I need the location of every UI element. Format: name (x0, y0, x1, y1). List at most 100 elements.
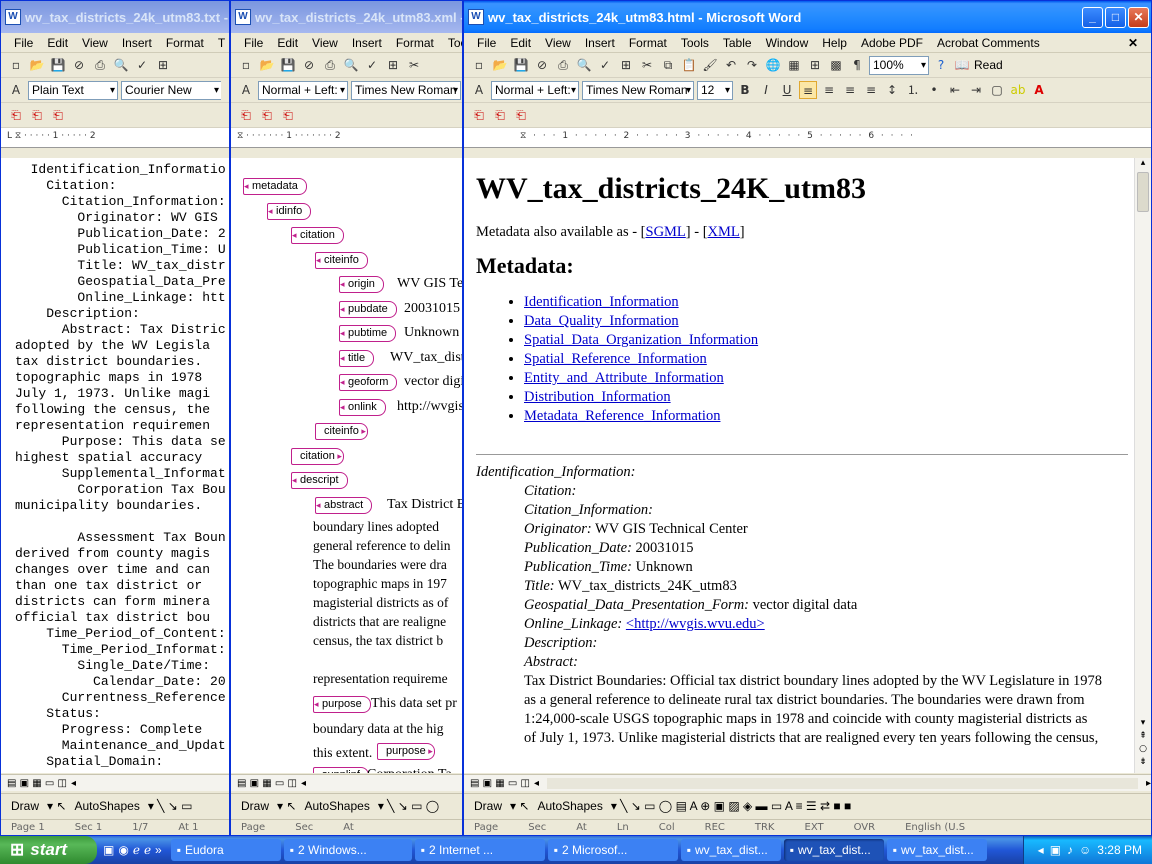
menu-edit[interactable]: Edit (40, 36, 75, 50)
taskbar-button[interactable]: ▪ wv_tax_dist... (783, 839, 884, 861)
new-icon[interactable]: ▫ (7, 56, 25, 74)
sgml-link[interactable]: SGML (646, 224, 686, 240)
taskbar-button[interactable]: ▪ 2 Internet ... (414, 839, 545, 861)
font-select[interactable]: Times New Roman (582, 80, 694, 100)
ruler[interactable]: ⧖ · · · · · · · 1 · · · · · · · 2 (231, 128, 462, 148)
open-icon[interactable]: 📂 (258, 56, 276, 74)
styles-icon[interactable]: A (237, 81, 255, 99)
section-link[interactable]: Identification_Information (524, 294, 679, 310)
menu-format[interactable]: Format (159, 36, 211, 50)
format-painter-icon[interactable]: 🖌 (701, 56, 719, 74)
print-icon[interactable]: ⎙ (321, 56, 339, 74)
style-select[interactable]: Plain Text (28, 80, 118, 100)
permission-icon[interactable]: ⊘ (70, 56, 88, 74)
read-button[interactable]: Read (974, 58, 1003, 72)
style-select[interactable]: Normal + Left: (258, 80, 348, 100)
show-hide-icon[interactable]: ¶ (848, 56, 866, 74)
media-player-icon[interactable]: ◉ (118, 843, 128, 857)
help-icon[interactable]: ? (932, 56, 950, 74)
undo-icon[interactable]: ↶ (722, 56, 740, 74)
xml-tag[interactable]: pubdate (339, 300, 397, 318)
increase-indent-icon[interactable]: ⇥ (967, 81, 985, 99)
taskbar-button[interactable]: ▪ 2 Windows... (283, 839, 412, 861)
underline-icon[interactable]: U (778, 81, 796, 99)
browser-icon[interactable]: ℯ (144, 843, 151, 857)
save-icon[interactable]: 💾 (49, 56, 67, 74)
menu-tools[interactable]: Tools (674, 36, 716, 50)
menu-table[interactable]: Table (716, 36, 759, 50)
align-center-icon[interactable]: ≡ (820, 81, 838, 99)
taskbar-button[interactable]: ▪ wv_tax_dist... (680, 839, 781, 861)
size-select[interactable]: 12 (697, 80, 733, 100)
start-button[interactable]: ⊞ start (0, 836, 97, 864)
menu-format[interactable]: Format (622, 36, 674, 50)
open-icon[interactable]: 📂 (28, 56, 46, 74)
volume-icon[interactable]: ♪ (1067, 843, 1073, 857)
align-right-icon[interactable]: ≡ (841, 81, 859, 99)
research-icon[interactable]: ⊞ (384, 56, 402, 74)
font-select[interactable]: Times New Roman (351, 80, 461, 100)
styles-icon[interactable]: A (470, 81, 488, 99)
online-linkage-link[interactable]: <http://wvgis.wvu.edu> (626, 616, 765, 632)
read-icon[interactable]: 📖 (953, 56, 971, 74)
menu-edit[interactable]: Edit (503, 36, 538, 50)
xml-window[interactable]: Wwv_tax_districts_24k_utm83.xml - Mi Fil… (230, 0, 463, 836)
xml-tag[interactable]: onlink (339, 398, 386, 416)
save-icon[interactable]: 💾 (279, 56, 297, 74)
menu-help[interactable]: Help (815, 36, 854, 50)
menu-insert[interactable]: Insert (578, 36, 622, 50)
horizontal-scrollbar[interactable]: ▤ ▣ ▦ ▭ ◫ ◂ ▸ (464, 774, 1151, 791)
pdf-icon[interactable]: ⎗ (279, 106, 297, 124)
cut-icon[interactable]: ✂ (638, 56, 656, 74)
html-window[interactable]: Wwv_tax_districts_24k_utm83.html - Micro… (463, 0, 1152, 836)
borders-icon[interactable]: ▢ (988, 81, 1006, 99)
pdf-icon[interactable]: ⎗ (258, 106, 276, 124)
horizontal-scrollbar[interactable]: ▤ ▣ ▦ ▭ ◫ ◂ (231, 774, 462, 791)
pdf-icon[interactable]: ⎗ (470, 106, 488, 124)
autoshapes-menu[interactable]: AutoShapes (537, 799, 602, 813)
menu-window[interactable]: Window (759, 36, 816, 50)
xml-tag[interactable]: origin (339, 276, 384, 293)
view-buttons[interactable]: ▤ ▣ ▦ ▭ ◫ (470, 778, 530, 789)
new-icon[interactable]: ▫ (237, 56, 255, 74)
ruler[interactable]: ⧖ · · · 1 · · · · · 2 · · · · · 3 · · · … (464, 128, 1151, 148)
print-icon[interactable]: ⎙ (91, 56, 109, 74)
spelling-icon[interactable]: ✓ (363, 56, 381, 74)
draw-menu[interactable]: Draw (11, 799, 39, 813)
clock[interactable]: 3:28 PM (1097, 843, 1142, 857)
expand-icon[interactable]: » (155, 843, 162, 857)
txt-titlebar[interactable]: Wwv_tax_districts_24k_utm83.txt - M (1, 1, 229, 33)
xml-tag[interactable]: pubtime (339, 325, 397, 342)
xml-tag[interactable]: title (339, 349, 375, 367)
menu-file[interactable]: File (237, 36, 270, 50)
pdf-icon[interactable]: ⎗ (237, 106, 255, 124)
xml-tag[interactable]: idinfo (267, 202, 312, 220)
vertical-scrollbar[interactable]: ▴ ▾ ⇞ ○ ⇟ (1134, 158, 1151, 773)
internet-explorer-icon[interactable]: ℯ (133, 843, 140, 857)
menu-too[interactable]: Too (441, 36, 462, 50)
user-icon[interactable]: ☺ (1079, 843, 1091, 857)
xml-tag[interactable]: purpose (313, 696, 371, 713)
style-select[interactable]: Normal + Left: (491, 80, 579, 100)
align-left-icon[interactable]: ≡ (799, 81, 817, 99)
insert-excel-icon[interactable]: ▩ (827, 56, 845, 74)
xml-tag[interactable]: metadata (243, 178, 307, 195)
paste-icon[interactable]: 📋 (680, 56, 698, 74)
highlight-icon[interactable]: ab (1009, 81, 1027, 99)
permission-icon[interactable]: ⊘ (300, 56, 318, 74)
styles-icon[interactable]: A (7, 81, 25, 99)
tray-toggle-icon[interactable]: ◂ (1038, 843, 1044, 857)
html-titlebar[interactable]: Wwv_tax_districts_24k_utm83.html - Micro… (464, 1, 1151, 33)
xml-tag[interactable]: citeinfo (315, 251, 368, 269)
xml-tag[interactable]: purpose (377, 743, 435, 760)
spelling-icon[interactable]: ✓ (596, 56, 614, 74)
copy-icon[interactable]: ⧉ (659, 56, 677, 74)
numbering-icon[interactable]: ⒈ (904, 81, 922, 99)
xml-tag[interactable]: supplinf (313, 767, 369, 773)
close-document-icon[interactable]: ✕ (1121, 36, 1145, 50)
section-link[interactable]: Spatial_Reference_Information (524, 351, 707, 367)
horizontal-scrollbar[interactable]: ▤ ▣ ▦ ▭ ◫ ◂ (1, 774, 229, 791)
bold-icon[interactable]: B (736, 81, 754, 99)
xml-tag[interactable]: citeinfo (315, 423, 368, 440)
menu-insert[interactable]: Insert (115, 36, 159, 50)
